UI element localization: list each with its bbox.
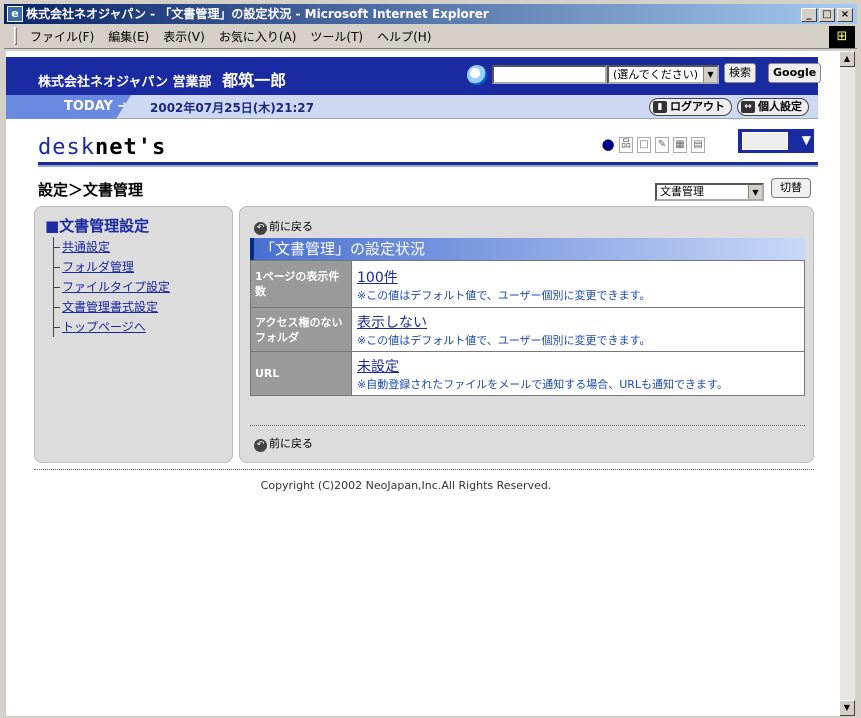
chevron-down-icon: ▼: [703, 67, 717, 82]
browser-window: e 株式会社ネオジャパン - 「文書管理」の設定状況 - Microsoft I…: [0, 0, 861, 718]
menu-monitor-button[interactable]: ▼: [738, 129, 814, 153]
grid-icon[interactable]: ▦: [673, 137, 687, 153]
module-select-value: 文書管理: [660, 185, 704, 198]
row-value-cell: 未設定 ※自動登録されたファイルをメールで通知する場合、URLも通知できます。: [351, 351, 805, 396]
window-title: 株式会社ネオジャパン - 「文書管理」の設定状況 - Microsoft Int…: [26, 7, 489, 21]
date-strip: TODAY ➜ 2002年07月25日(木)21:27 ▮ ログアウト ↔ 個人…: [6, 95, 818, 119]
menu-help[interactable]: ヘルプ(H): [370, 28, 438, 45]
menu-bar: ファイル(F) 編集(E) 表示(V) お気に入り(A) ツール(T) ヘルプ(…: [4, 24, 857, 49]
sidebar-title: ■文書管理設定: [45, 217, 150, 235]
person-icon[interactable]: ●: [601, 137, 615, 153]
sidebar-menu: 共通設定 フォルダ管理 ファイルタイプ設定 文書管理書式設定 トップページへ: [53, 237, 170, 337]
table-row: URL 未設定 ※自動登録されたファイルをメールで通知する場合、URLも通知でき…: [250, 351, 805, 396]
scroll-up-icon[interactable]: ▲: [839, 51, 855, 67]
today-label: TODAY ➜: [6, 95, 131, 119]
sidebar: ■文書管理設定 共通設定 フォルダ管理 ファイルタイプ設定 文書管理書式設定 ト…: [34, 206, 233, 463]
search-category-select[interactable]: (選んでください) ▼: [607, 65, 719, 84]
search-input[interactable]: [492, 65, 607, 84]
desknets-logo[interactable]: desknet's: [38, 135, 166, 160]
settings-panel: ↶ 前に戻る 「文書管理」の設定状況 1ページの表示件数 100件 ※この値はデフ…: [239, 206, 814, 463]
user-name: 都筑一郎: [222, 71, 287, 90]
vertical-scrollbar[interactable]: ▲ ▼: [839, 51, 855, 716]
toolbar-icons: ● 品 □ ✎ ▦ ▤: [601, 137, 705, 153]
settings-table: 1ページの表示件数 100件 ※この値はデフォルト値で、ユーザー個別に変更できま…: [250, 260, 805, 396]
row-value-link[interactable]: 未設定: [357, 356, 800, 376]
footer-divider: [34, 469, 814, 470]
row-note: ※この値はデフォルト値で、ユーザー個別に変更できます。: [357, 334, 651, 347]
menu-file[interactable]: ファイル(F): [23, 28, 101, 45]
row-note: ※この値はデフォルト値で、ユーザー個別に変更できます。: [357, 288, 651, 302]
minimize-button[interactable]: _: [801, 8, 817, 22]
search-category-value: (選んでください): [613, 68, 699, 81]
current-date: 2002年07月25日(木)21:27: [150, 101, 314, 115]
toolbar-grip: [14, 27, 17, 45]
google-button[interactable]: Google: [768, 63, 822, 83]
menu-edit[interactable]: 編集(E): [101, 28, 156, 45]
module-select[interactable]: 文書管理 ▼: [655, 183, 764, 201]
back-link-top[interactable]: ↶ 前に戻る: [254, 218, 313, 235]
title-bar: e 株式会社ネオジャパン - 「文書管理」の設定状況 - Microsoft I…: [4, 4, 857, 24]
row-value-cell: 100件 ※この値はデフォルト値で、ユーザー個別に変更できます。: [351, 260, 805, 308]
sidebar-item-filetypes[interactable]: ファイルタイプ設定: [54, 277, 170, 297]
panel-divider: [250, 425, 805, 426]
breadcrumb: 設定＞文書管理: [38, 181, 144, 199]
org-chart-icon[interactable]: 品: [619, 137, 633, 153]
sidebar-item-folders[interactable]: フォルダ管理: [54, 257, 170, 277]
logout-button[interactable]: ▮ ログアウト: [649, 98, 732, 116]
maximize-button[interactable]: □: [819, 8, 835, 22]
monitor-icon: [742, 132, 788, 150]
document-icon[interactable]: □: [637, 137, 651, 153]
menu-tools[interactable]: ツール(T): [303, 28, 370, 45]
search-icon: [467, 65, 487, 85]
sidebar-item-common[interactable]: 共通設定: [54, 237, 170, 257]
ie-icon: e: [7, 6, 23, 22]
back-link-bottom[interactable]: ↶ 前に戻る: [254, 435, 313, 452]
company-name: 株式会社ネオジャパン: [38, 75, 169, 90]
windows-logo-icon: ⊞: [829, 26, 855, 48]
switch-button[interactable]: 切替: [771, 178, 811, 198]
back-arrow-icon: ↶: [254, 439, 267, 452]
personal-settings-label: 個人設定: [758, 100, 802, 113]
back-arrow-icon: ↶: [254, 222, 267, 235]
logout-icon: ▮: [653, 101, 667, 113]
row-label: アクセス権のないフォルダ: [250, 307, 352, 352]
logout-label: ログアウト: [670, 100, 725, 113]
table-row: 1ページの表示件数 100件 ※この値はデフォルト値で、ユーザー個別に変更できま…: [250, 260, 805, 308]
table-row: アクセス権のないフォルダ 表示しない ※この値はデフォルト値で、ユーザー個別に変…: [250, 307, 805, 352]
copyright: Copyright (C)2002 NeoJapan,Inc.All Right…: [260, 479, 552, 492]
page-icon[interactable]: ▤: [691, 137, 705, 153]
sidebar-item-format[interactable]: 文書管理書式設定: [54, 297, 170, 317]
panel-caption: 「文書管理」の設定状況: [250, 238, 805, 260]
menu-favorites[interactable]: お気に入り(A): [212, 28, 304, 45]
personal-settings-button[interactable]: ↔ 個人設定: [737, 98, 809, 116]
header-bar: 株式会社ネオジャパン 営業部 都筑一郎 (選んでください) ▼ 検索 Googl…: [6, 57, 822, 95]
search-button[interactable]: 検索: [724, 63, 756, 83]
department: 営業部: [172, 75, 212, 90]
chevron-down-icon: ▼: [748, 185, 762, 199]
row-label: URL: [250, 351, 352, 396]
row-value-link[interactable]: 100件: [357, 267, 800, 287]
scroll-down-icon[interactable]: ▼: [839, 700, 855, 716]
header-divider: [38, 162, 818, 167]
page-viewport: 株式会社ネオジャパン 営業部 都筑一郎 (選んでください) ▼ 検索 Googl…: [6, 51, 840, 716]
chevron-down-icon: ▼: [801, 133, 811, 147]
user-info: 株式会社ネオジャパン 営業部 都筑一郎: [38, 67, 286, 91]
row-value-cell: 表示しない ※この値はデフォルト値で、ユーザー個別に変更できます。: [351, 307, 805, 352]
row-note: ※自動登録されたファイルをメールで通知する場合、URLも通知できます。: [357, 378, 728, 391]
menu-view[interactable]: 表示(V): [156, 28, 212, 45]
close-button[interactable]: ×: [837, 8, 853, 22]
sidebar-item-top[interactable]: トップページへ: [54, 317, 170, 337]
swap-arrows-icon: ↔: [741, 101, 755, 113]
row-label: 1ページの表示件数: [250, 260, 352, 308]
edit-icon[interactable]: ✎: [655, 137, 669, 153]
row-value-link[interactable]: 表示しない: [357, 312, 800, 332]
